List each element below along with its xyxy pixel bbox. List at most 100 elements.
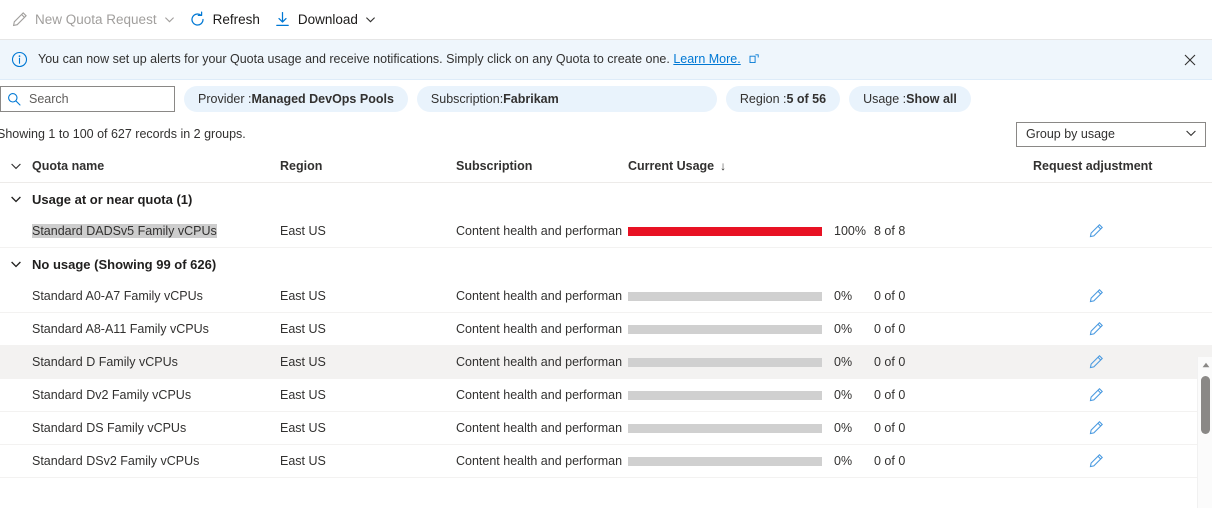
summary-bar: Showing 1 to 100 of 627 records in 2 gro… — [0, 118, 1212, 150]
scrollbar-thumb[interactable] — [1201, 376, 1210, 434]
filter-pill-region-value: 5 of 56 — [786, 92, 827, 106]
cell-request-adjustment — [1033, 223, 1201, 239]
table-row[interactable]: Standard D Family vCPUs East US Content he… — [0, 346, 1212, 379]
group-title: Usage at or near quota (1) — [32, 191, 193, 207]
search-box[interactable] — [0, 86, 175, 112]
column-header-subscription[interactable]: Subscription — [456, 159, 628, 173]
cell-quota-name[interactable]: Standard Dv2 Family vCPUs — [32, 388, 280, 402]
edit-pencil-icon[interactable] — [1088, 288, 1104, 304]
cell-region: East US — [280, 454, 326, 468]
cell-subscription: Content health and performan — [456, 454, 628, 468]
filter-bar: Provider : Managed DevOps Pools Subscrip… — [0, 80, 1212, 118]
new-quota-request-button[interactable]: New Quota Request — [4, 5, 182, 35]
cell-request-adjustment — [1033, 420, 1201, 436]
edit-pencil-icon[interactable] — [1088, 354, 1104, 370]
refresh-icon — [189, 11, 206, 28]
usage-bar-track — [628, 324, 822, 334]
command-bar: New Quota Request Refresh Download — [0, 0, 1212, 40]
download-label: Download — [297, 12, 358, 27]
learn-more-link[interactable]: Learn More. — [673, 52, 740, 66]
edit-pencil-icon[interactable] — [1088, 387, 1104, 403]
group-header: Usage at or near quota (1) — [0, 183, 1212, 215]
usage-bar-fill — [628, 226, 822, 236]
refresh-label: Refresh — [212, 12, 260, 27]
cell-request-adjustment — [1033, 453, 1201, 469]
group-title: No usage (Showing 99 of 626) — [32, 256, 217, 272]
column-header-current-usage[interactable]: Current Usage ↓ — [628, 159, 1033, 173]
edit-pencil-icon[interactable] — [1088, 420, 1104, 436]
cell-current-usage: 0% 0 of 0 — [628, 421, 1033, 435]
table-row[interactable]: Standard DADSv5 Family vCPUs East US Conte… — [0, 215, 1212, 248]
quota-name-text[interactable]: Standard DADSv5 Family vCPUs — [32, 224, 217, 238]
cell-quota-name[interactable]: Standard D Family vCPUs — [32, 355, 280, 369]
subscription-text: Content health and performan — [456, 454, 623, 468]
quota-name-text[interactable]: Standard Dv2 Family vCPUs — [32, 388, 191, 402]
group-collapse-toggle[interactable] — [0, 193, 32, 205]
scroll-up-arrow-icon[interactable] — [1198, 357, 1212, 372]
cell-current-usage: 0% 0 of 0 — [628, 454, 1033, 468]
download-icon — [274, 11, 291, 28]
usage-ratio: 0 of 0 — [874, 322, 906, 336]
cell-quota-name[interactable]: Standard DS Family vCPUs — [32, 421, 280, 435]
edit-pencil-icon[interactable] — [1088, 453, 1104, 469]
cell-quota-name[interactable]: Standard A0-A7 Family vCPUs — [32, 289, 280, 303]
search-input[interactable] — [29, 87, 168, 111]
cell-quota-name[interactable]: Standard DADSv5 Family vCPUs — [32, 224, 280, 238]
search-icon — [7, 92, 21, 106]
usage-percent: 0% — [834, 355, 853, 369]
cell-quota-name[interactable]: Standard DSv2 Family vCPUs — [32, 454, 280, 468]
cell-request-adjustment — [1033, 321, 1201, 337]
usage-bar-track — [628, 423, 822, 433]
sort-descending-icon: ↓ — [720, 159, 727, 173]
usage-bar-track — [628, 456, 822, 466]
cell-region: East US — [280, 421, 326, 435]
cell-request-adjustment — [1033, 288, 1201, 304]
column-header-request-adjustment[interactable]: Request adjustment — [1033, 159, 1201, 173]
table-row[interactable]: Standard A8-A11 Family vCPUs East US Conte… — [0, 313, 1212, 346]
chevron-down-icon — [1185, 127, 1197, 142]
table-row[interactable]: Standard DSv2 Family vCPUs East US Content… — [0, 445, 1212, 478]
pencil-icon — [11, 11, 28, 28]
column-header-quota-name[interactable]: Quota name — [32, 159, 280, 173]
quota-name-text[interactable]: Standard DS Family vCPUs — [32, 421, 186, 435]
info-banner: You can now set up alerts for your Quota… — [0, 40, 1212, 80]
filter-pill-region-label: Region : — [739, 92, 787, 106]
table-row[interactable]: Standard DS Family vCPUs East US Content h… — [0, 412, 1212, 445]
column-header-region[interactable]: Region — [280, 159, 456, 173]
cell-subscription: Content health and performan — [456, 421, 628, 435]
quota-name-text[interactable]: Standard D Family vCPUs — [32, 355, 178, 369]
download-button[interactable]: Download — [267, 5, 383, 35]
column-header-current-usage-label: Current Usage — [628, 159, 715, 173]
cell-quota-name[interactable]: Standard A8-A11 Family vCPUs — [32, 322, 280, 336]
filter-pill-usage[interactable]: Usage : Show all — [849, 86, 971, 112]
collapse-all-toggle[interactable] — [0, 160, 32, 172]
refresh-button[interactable]: Refresh — [182, 5, 267, 35]
filter-pill-subscription[interactable]: Subscription: Fabrikam — [416, 86, 717, 112]
usage-ratio: 0 of 0 — [874, 421, 906, 435]
filter-pill-region[interactable]: Region : 5 of 56 — [725, 86, 841, 112]
usage-ratio: 8 of 8 — [874, 224, 906, 238]
usage-ratio: 0 of 0 — [874, 355, 906, 369]
table-row[interactable]: Standard Dv2 Family vCPUs East US Content … — [0, 379, 1212, 412]
usage-percent: 100% — [834, 224, 866, 238]
edit-pencil-icon[interactable] — [1088, 223, 1104, 239]
cell-region: East US — [280, 224, 326, 238]
chevron-down-icon — [365, 14, 376, 25]
group-collapse-toggle[interactable] — [0, 258, 32, 270]
quota-name-text[interactable]: Standard A0-A7 Family vCPUs — [32, 289, 203, 303]
cell-current-usage: 0% 0 of 0 — [628, 322, 1033, 336]
quotas-table: Quota name Region Subscription Current U… — [0, 150, 1212, 508]
banner-close-button[interactable] — [1176, 46, 1204, 74]
cell-subscription: Content health and performan — [456, 224, 628, 238]
usage-ratio: 0 of 0 — [874, 388, 906, 402]
table-row[interactable]: Standard A0-A7 Family vCPUs East US Conten… — [0, 280, 1212, 313]
quotas-page: New Quota Request Refresh Download You c… — [0, 0, 1212, 508]
quota-name-text[interactable]: Standard A8-A11 Family vCPUs — [32, 322, 209, 336]
cell-region: East US — [280, 322, 326, 336]
cell-subscription: Content health and performan — [456, 289, 628, 303]
quota-name-text[interactable]: Standard DSv2 Family vCPUs — [32, 454, 199, 468]
filter-pill-provider[interactable]: Provider : Managed DevOps Pools — [184, 86, 408, 112]
vertical-scrollbar[interactable] — [1197, 357, 1212, 508]
group-by-dropdown[interactable]: Group by usage — [1016, 121, 1206, 147]
edit-pencil-icon[interactable] — [1088, 321, 1104, 337]
